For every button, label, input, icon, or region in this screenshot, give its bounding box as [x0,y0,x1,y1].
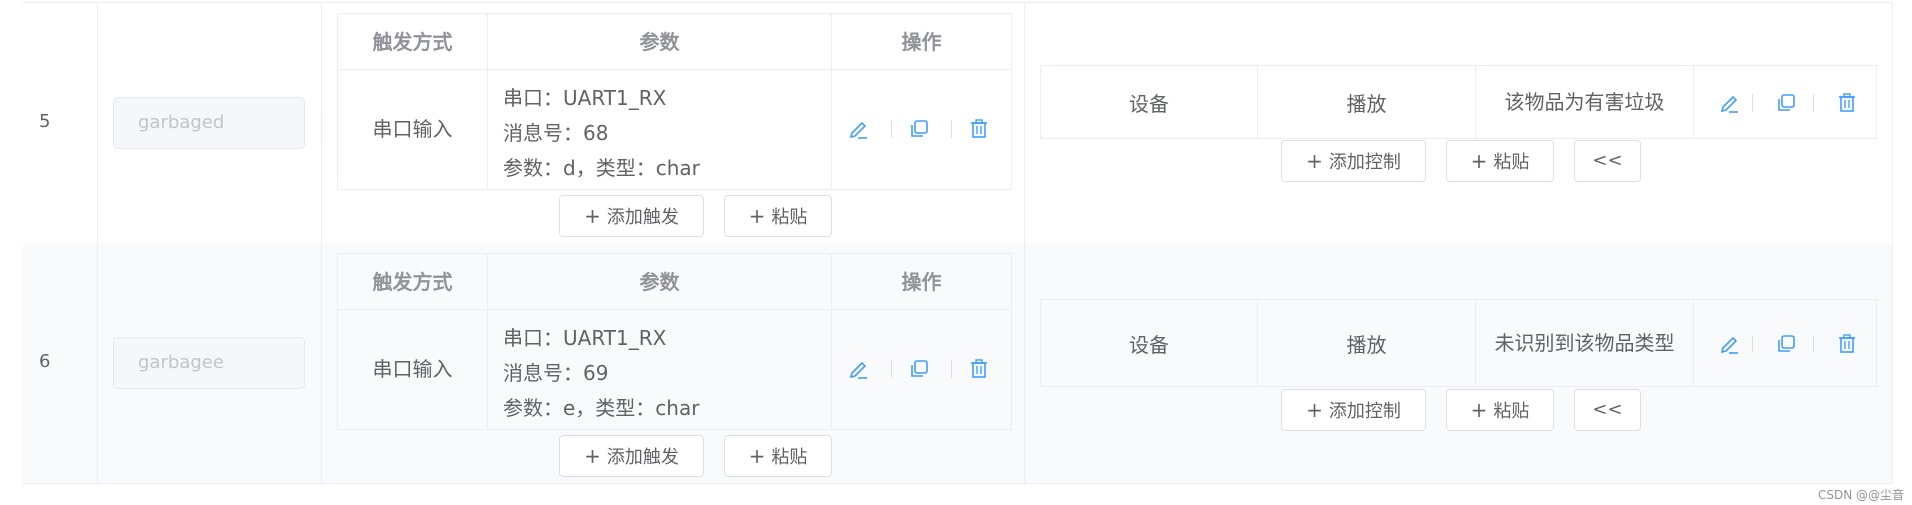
rules-table: 5 garbaged 触发方式 参数 操作 串口输入 串口：UART1_RX 消… [22,2,1893,484]
collapse-button[interactable]: << [1574,140,1641,182]
separator [1752,335,1753,353]
index-cell: 6 [23,243,98,483]
paste-trigger-button[interactable]: + 粘贴 [724,435,832,477]
copy-icon[interactable] [908,358,930,380]
delete-icon[interactable] [968,358,990,380]
delete-icon[interactable] [1836,333,1858,355]
paste-trigger-button[interactable]: + 粘贴 [724,195,832,237]
name-cell: garbaged [98,3,322,243]
control-device: 设备 [1041,300,1258,386]
copy-icon[interactable] [1775,333,1797,355]
plus-icon: + [584,204,601,228]
trigger-type: 串口输入 [338,70,488,189]
param-arg: 参数：d，类型：char [503,156,700,180]
watermark: CSDN @@尘音 [1817,488,1904,502]
copy-icon[interactable] [1775,92,1797,114]
edit-icon[interactable] [1719,333,1741,355]
control-action: 播放 [1258,300,1476,386]
trigger-ops [832,70,1011,189]
control-device: 设备 [1041,66,1258,138]
edit-icon[interactable] [848,118,870,140]
index-cell: 5 [23,3,98,243]
control-content: 该物品为有害垃圾 [1476,66,1694,138]
separator [951,120,952,138]
control-cell: 设备 播放 未识别到该物品类型 + 添加控制 + 粘贴 << [1025,243,1893,483]
row-index: 5 [39,111,51,132]
paste-control-button[interactable]: + 粘贴 [1446,140,1554,182]
param-port: 串口：UART1_RX [503,326,667,350]
delete-icon[interactable] [968,118,990,140]
table-row: 5 garbaged 触发方式 参数 操作 串口输入 串口：UART1_RX 消… [23,3,1893,244]
separator [891,360,892,378]
header-params: 参数 [488,14,832,70]
add-trigger-button[interactable]: + 添加触发 [559,435,704,477]
plus-icon: + [584,444,601,468]
separator [1813,94,1814,112]
trigger-ops [832,310,1011,429]
trigger-table: 触发方式 参数 操作 串口输入 串口：UART1_RX 消息号：68 参数：d，… [337,13,1012,190]
plus-icon: + [1470,149,1488,173]
copy-icon[interactable] [908,118,930,140]
param-msg: 消息号：69 [503,361,609,385]
control-ops [1694,66,1876,138]
plus-icon: + [748,444,766,468]
header-actions: 操作 [832,254,1011,310]
delete-icon[interactable] [1836,92,1858,114]
name-cell: garbagee [98,243,322,483]
name-input[interactable]: garbaged [113,97,305,149]
edit-icon[interactable] [848,358,870,380]
collapse-button[interactable]: << [1574,389,1641,431]
trigger-cell: 触发方式 参数 操作 串口输入 串口：UART1_RX 消息号：69 参数：e，… [322,243,1025,483]
paste-control-button[interactable]: + 粘贴 [1446,389,1554,431]
edit-icon[interactable] [1719,92,1741,114]
param-msg: 消息号：68 [503,121,609,145]
plus-icon: + [1306,149,1323,173]
add-control-button[interactable]: + 添加控制 [1281,389,1426,431]
control-content: 未识别到该物品类型 [1476,300,1694,386]
separator [1813,335,1814,353]
trigger-type: 串口输入 [338,310,488,429]
control-cell: 设备 播放 该物品为有害垃圾 + 添加控制 + 粘贴 << [1025,3,1893,243]
trigger-cell: 触发方式 参数 操作 串口输入 串口：UART1_RX 消息号：68 参数：d，… [322,3,1025,243]
header-trigger-type: 触发方式 [338,14,488,70]
trigger-params: 串口：UART1_RX 消息号：69 参数：e，类型：char [488,310,832,429]
control-table: 设备 播放 未识别到该物品类型 [1040,299,1877,387]
param-port: 串口：UART1_RX [503,86,667,110]
trigger-params: 串口：UART1_RX 消息号：68 参数：d，类型：char [488,70,832,189]
trigger-table: 触发方式 参数 操作 串口输入 串口：UART1_RX 消息号：69 参数：e，… [337,253,1012,430]
separator [1752,94,1753,112]
table-row: 6 garbagee 触发方式 参数 操作 串口输入 串口：UART1_RX 消… [23,243,1893,484]
header-trigger-type: 触发方式 [338,254,488,310]
param-arg: 参数：e，类型：char [503,396,700,420]
add-control-button[interactable]: + 添加控制 [1281,140,1426,182]
add-trigger-button[interactable]: + 添加触发 [559,195,704,237]
plus-icon: + [748,204,766,228]
control-table: 设备 播放 该物品为有害垃圾 [1040,65,1877,139]
separator [951,360,952,378]
control-ops [1694,300,1876,386]
name-input[interactable]: garbagee [113,337,305,389]
row-index: 6 [39,351,51,372]
plus-icon: + [1306,398,1323,422]
plus-icon: + [1470,398,1488,422]
separator [891,120,892,138]
header-params: 参数 [488,254,832,310]
header-actions: 操作 [832,14,1011,70]
control-action: 播放 [1258,66,1476,138]
